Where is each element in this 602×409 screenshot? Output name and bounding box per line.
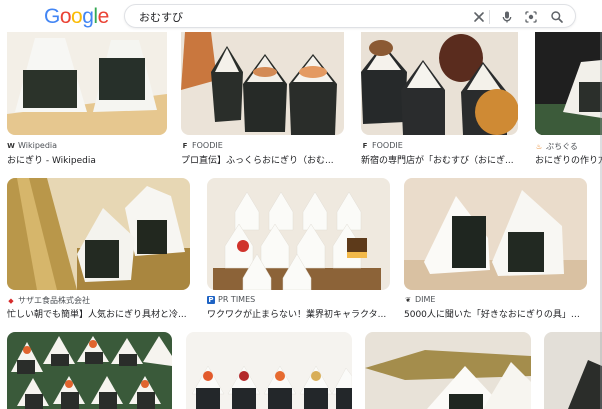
image-result-10[interactable]: [365, 332, 531, 409]
result-title[interactable]: 5000人に聞いた「好きなおにぎりの具」ラ...: [404, 307, 587, 320]
image-result-5[interactable]: ◆ サザエ食品株式会社 忙しい朝でも簡単】人気おにぎり具材と冷...: [7, 178, 190, 320]
result-thumbnail[interactable]: [186, 332, 352, 409]
result-source[interactable]: ♨ ぷちぐる: [535, 141, 578, 152]
logo-letter-g2: g: [82, 5, 94, 28]
logo-letter-e: e: [97, 5, 110, 28]
result-source[interactable]: F FOODIE: [181, 141, 223, 150]
result-title[interactable]: ワクワクが止まらない！業界初キャラクタ...: [207, 307, 390, 320]
google-logo[interactable]: Google: [44, 6, 109, 28]
result-thumbnail[interactable]: [207, 178, 390, 290]
result-thumbnail[interactable]: [7, 332, 172, 409]
image-result-8[interactable]: [7, 332, 172, 409]
source-name: PR TIMES: [218, 295, 256, 304]
foodie-favicon-icon: F: [362, 141, 368, 150]
result-source[interactable]: ◆ サザエ食品株式会社: [7, 295, 90, 306]
dime-favicon-icon: ❦: [405, 295, 411, 304]
sazae-favicon-icon: ◆: [8, 296, 14, 305]
result-title[interactable]: 忙しい朝でも簡単】人気おにぎり具材と冷...: [7, 307, 190, 320]
result-thumbnail[interactable]: [7, 32, 167, 135]
result-thumbnail[interactable]: [181, 32, 344, 135]
search-box[interactable]: おむすび: [124, 4, 576, 28]
result-thumbnail[interactable]: [544, 332, 602, 409]
header: Google おむすび: [0, 0, 602, 32]
result-title[interactable]: おにぎり - Wikipedia: [7, 153, 167, 166]
result-thumbnail[interactable]: [7, 178, 190, 290]
camera-lens-icon[interactable]: [523, 9, 539, 25]
close-icon[interactable]: [471, 9, 487, 25]
source-name: FOODIE: [192, 141, 223, 150]
logo-letter-o1: o: [59, 5, 72, 28]
image-result-9[interactable]: [186, 332, 352, 409]
image-result-3[interactable]: F FOODIE 新宿の専門店が「おむすび（おにぎ...: [361, 32, 518, 166]
logo-letter-g: G: [44, 5, 60, 28]
result-title[interactable]: プロ直伝】ふっくらおにぎり（おむ...: [181, 153, 344, 166]
source-name: DIME: [415, 295, 436, 304]
logo-letter-o2: o: [71, 5, 83, 28]
result-source[interactable]: F FOODIE: [361, 141, 403, 150]
wikipedia-favicon-icon: W: [7, 141, 15, 150]
source-name: サザエ食品株式会社: [18, 296, 90, 305]
source-name: ぷちぐる: [546, 142, 578, 151]
result-thumbnail[interactable]: [365, 332, 531, 409]
result-thumbnail[interactable]: [404, 178, 587, 290]
search-divider: [489, 10, 490, 24]
image-result-1[interactable]: W Wikipedia おにぎり - Wikipedia: [7, 32, 167, 166]
result-thumbnail[interactable]: [361, 32, 518, 135]
image-result-2[interactable]: F FOODIE プロ直伝】ふっくらおにぎり（おむ...: [181, 32, 344, 166]
image-result-6[interactable]: P PR TIMES ワクワクが止まらない！業界初キャラクタ...: [207, 178, 390, 320]
microphone-icon[interactable]: [499, 9, 515, 25]
source-name: Wikipedia: [18, 141, 58, 150]
result-title[interactable]: おにぎりの作り方: [535, 153, 602, 166]
result-source[interactable]: P PR TIMES: [207, 295, 255, 304]
foodie-favicon-icon: F: [182, 141, 188, 150]
result-thumbnail[interactable]: [535, 32, 602, 135]
image-result-4[interactable]: ♨ ぷちぐる おにぎりの作り方: [535, 32, 602, 166]
source-name: FOODIE: [372, 141, 403, 150]
result-source[interactable]: W Wikipedia: [7, 141, 57, 150]
puchiguru-favicon-icon: ♨: [535, 142, 543, 151]
search-input[interactable]: おむすび: [139, 9, 183, 25]
search-icon[interactable]: [549, 9, 565, 25]
prtimes-favicon-icon: P: [207, 295, 215, 304]
result-title[interactable]: 新宿の専門店が「おむすび（おにぎ...: [361, 153, 518, 166]
result-source[interactable]: ❦ DIME: [404, 295, 435, 304]
image-result-7[interactable]: ❦ DIME 5000人に聞いた「好きなおにぎりの具」ラ...: [404, 178, 587, 320]
image-result-11[interactable]: [544, 332, 602, 409]
